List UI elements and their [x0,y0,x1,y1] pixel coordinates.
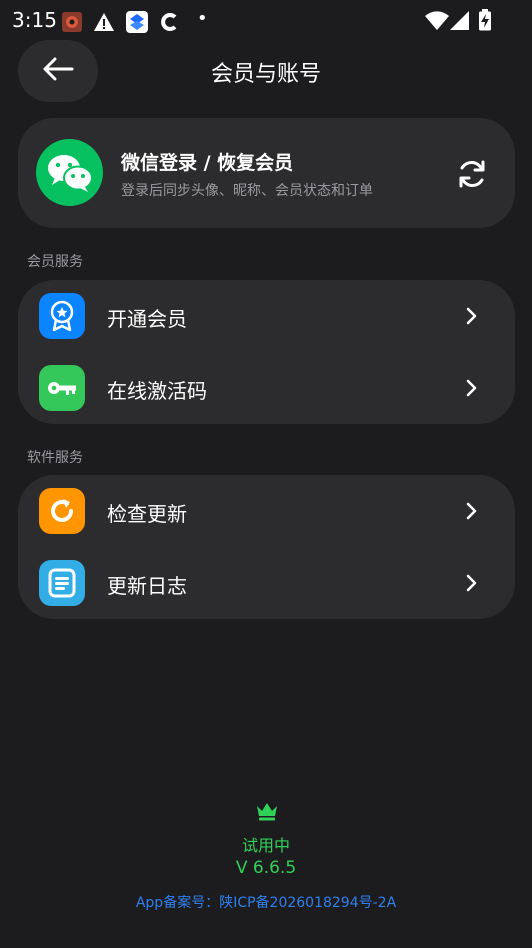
chevron-right-icon [463,573,481,593]
login-title: 微信登录 / 恢复会员 [121,152,294,174]
refresh-update-icon [39,488,85,534]
battery-charging-icon [478,9,492,35]
list-item-label: 更新日志 [107,574,187,598]
warning-icon [93,11,115,37]
refresh-icon[interactable] [456,158,488,190]
chevron-right-icon [463,306,481,326]
membership-status: 试用中 [241,836,290,855]
status-bar: 3:15 • [0,0,532,40]
section-label-member: 会员服务 [27,254,83,270]
chevron-right-icon [463,378,481,398]
crown-icon [255,801,279,821]
list-item-open-member[interactable]: 开通会员 [18,280,515,352]
section-label-software: 软件服务 [27,450,83,466]
member-badge-icon [39,293,85,339]
list-item-changelog[interactable]: 更新日志 [18,547,515,619]
wifi-icon [425,11,449,35]
app-version: V 6.6.5 [235,858,297,878]
software-services-card: 检查更新 更新日志 [18,475,515,619]
list-item-label: 开通会员 [107,307,187,331]
list-item-activation-code[interactable]: 在线激活码 [18,352,515,424]
layers-app-icon [126,11,148,37]
wechat-icon [36,139,103,206]
login-subtitle: 登录后同步头像、昵称、会员状态和订单 [121,183,373,199]
list-item-label: 在线激活码 [107,379,207,403]
status-time: 3:15 [12,8,57,32]
list-item-label: 检查更新 [107,502,187,526]
wechat-login-card[interactable]: 微信登录 / 恢复会员 登录后同步头像、昵称、会员状态和订单 [18,118,515,228]
chevron-right-icon [463,501,481,521]
signal-icon [450,11,470,35]
document-list-icon [39,560,85,606]
page-title: 会员与账号 [210,62,321,87]
member-services-card: 开通会员 在线激活码 [18,280,515,424]
c-app-icon [159,11,181,37]
dot-icon: • [197,8,208,29]
list-item-check-update[interactable]: 检查更新 [18,475,515,547]
icp-record-link[interactable]: App备案号：陕ICP备2026018294号-2A [0,892,532,912]
key-icon [39,365,85,411]
app-notification-icon [61,11,83,37]
